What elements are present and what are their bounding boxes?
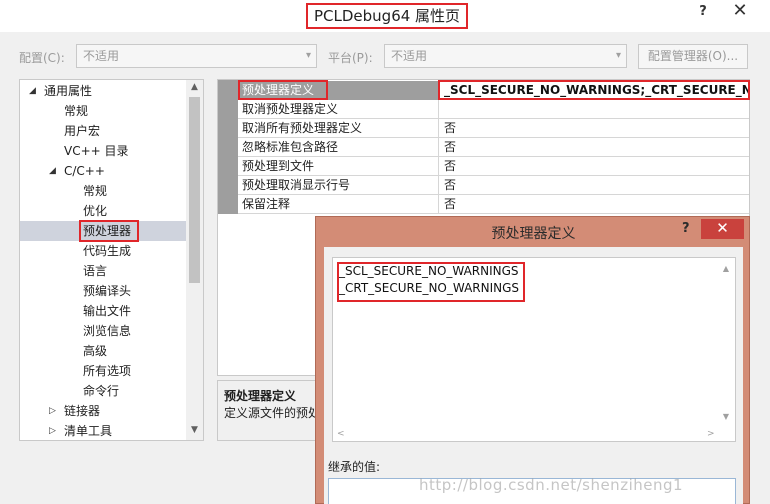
close-button[interactable]: ✕ <box>718 0 762 22</box>
grid-row-value[interactable]: 否 <box>440 176 749 195</box>
tree-item-cpp[interactable]: C/C++ <box>64 161 105 181</box>
scroll-left-icon[interactable]: < <box>337 429 345 439</box>
grid-row-value[interactable]: 否 <box>440 138 749 157</box>
grid-row-suppress-line-numbers[interactable]: 预处理取消显示行号 否 <box>238 176 749 195</box>
dialog-help-button[interactable]: ? <box>682 221 690 236</box>
scroll-up-icon[interactable]: ▲ <box>723 264 729 273</box>
config-manager-button[interactable]: 配置管理器(O)... <box>638 44 748 69</box>
scroll-up-icon[interactable]: ▲ <box>186 82 203 92</box>
grid-row-value[interactable]: 否 <box>440 195 749 214</box>
grid-row-ignore-standard-include[interactable]: 忽略标准包含路径 否 <box>238 138 749 157</box>
tree-item-optimization[interactable]: 优化 <box>83 201 107 221</box>
grid-row-preprocess-to-file[interactable]: 预处理到文件 否 <box>238 157 749 176</box>
inherited-values-label: 继承的值: <box>328 460 381 474</box>
scroll-down-icon[interactable]: ▼ <box>186 425 203 435</box>
property-tree: ◢ 通用属性 常规 用户宏 VC++ 目录 ◢ C/C++ 常规 优化 预处理器… <box>19 79 204 441</box>
window-title: PCLDebug64 属性页 <box>306 3 469 29</box>
chevron-down-icon: ▾ <box>615 50 621 61</box>
definitions-textarea[interactable]: _SCL_SECURE_NO_WARNINGS _CRT_SECURE_NO_W… <box>332 257 736 442</box>
preprocessor-definitions-dialog: 预处理器定义 ? ✕ _SCL_SECURE_NO_WARNINGS _CRT_… <box>315 216 750 504</box>
expand-toggle-icon[interactable]: ◢ <box>49 161 56 181</box>
grid-row-value[interactable] <box>440 100 749 119</box>
grid-gutter <box>218 80 238 214</box>
config-dropdown-value: 不适用 <box>83 49 120 63</box>
grid-row-name: 忽略标准包含路径 <box>238 138 439 157</box>
grid-row-name: 保留注释 <box>238 195 439 214</box>
collapse-toggle-icon[interactable]: ▷ <box>49 401 56 421</box>
tree-item-all-options[interactable]: 所有选项 <box>83 361 131 381</box>
platform-dropdown-value: 不适用 <box>391 49 428 63</box>
tree-item-output-files[interactable]: 输出文件 <box>83 301 131 321</box>
tree-item-user-macros[interactable]: 用户宏 <box>64 121 100 141</box>
tree-scrollbar[interactable]: ▲ ▼ <box>186 80 203 440</box>
property-pages-window: PCLDebug64 属性页 ? ✕ 配置(C): 不适用 ▾ 平台(P): 不… <box>0 0 770 504</box>
description-title: 预处理器定义 <box>224 389 297 403</box>
tree-highlight-annotation <box>79 220 139 242</box>
tree-item-code-generation[interactable]: 代码生成 <box>83 241 131 261</box>
grid-row-undefine-preprocessor[interactable]: 取消预处理器定义 <box>238 100 749 119</box>
grid-row-undefine-all[interactable]: 取消所有预处理器定义 否 <box>238 119 749 138</box>
grid-row-value[interactable]: 否 <box>440 119 749 138</box>
grid-value-highlight-annotation <box>438 80 750 100</box>
chevron-down-icon: ▾ <box>305 50 311 61</box>
tree-item-browse-information[interactable]: 浏览信息 <box>83 321 131 341</box>
grid-row-name: 预处理取消显示行号 <box>238 176 439 195</box>
platform-label: 平台(P): <box>328 51 373 65</box>
tree-item-precompiled-headers[interactable]: 预编译头 <box>83 281 131 301</box>
description-text: 定义源文件的预处 <box>224 406 321 420</box>
config-label: 配置(C): <box>19 51 65 65</box>
tree-item-command-line[interactable]: 命令行 <box>83 381 119 401</box>
tree-item-advanced[interactable]: 高级 <box>83 341 107 361</box>
platform-dropdown[interactable]: 不适用 ▾ <box>384 44 627 68</box>
dialog-body: _SCL_SECURE_NO_WARNINGS _CRT_SECURE_NO_W… <box>324 247 743 504</box>
title-bar: PCLDebug64 属性页 ? ✕ <box>0 0 770 32</box>
tree-item-vc-directories[interactable]: VC++ 目录 <box>64 141 129 161</box>
tree-item-common-properties[interactable]: 通用属性 <box>44 81 92 101</box>
tree-item-manifest-tool[interactable]: 清单工具 <box>64 421 112 440</box>
grid-row-keep-comments[interactable]: 保留注释 否 <box>238 195 749 214</box>
expand-toggle-icon[interactable]: ◢ <box>29 81 36 101</box>
grid-row-name: 取消所有预处理器定义 <box>238 119 439 138</box>
grid-name-highlight-annotation <box>238 80 328 100</box>
tree-item-general[interactable]: 常规 <box>64 101 88 121</box>
watermark: http://blog.csdn.net/shenziheng1 <box>419 476 684 494</box>
scroll-down-icon[interactable]: ▼ <box>723 412 729 421</box>
scroll-thumb[interactable] <box>189 97 200 283</box>
help-button[interactable]: ? <box>696 4 710 20</box>
scroll-right-icon[interactable]: > <box>707 429 715 439</box>
grid-row-name: 预处理到文件 <box>238 157 439 176</box>
tree-item-linker[interactable]: 链接器 <box>64 401 100 421</box>
tree-item-cpp-general[interactable]: 常规 <box>83 181 107 201</box>
grid-row-value[interactable]: 否 <box>440 157 749 176</box>
collapse-toggle-icon[interactable]: ▷ <box>49 421 56 440</box>
dialog-close-button[interactable]: ✕ <box>701 219 744 239</box>
tree-item-language[interactable]: 语言 <box>83 261 107 281</box>
grid-row-name: 取消预处理器定义 <box>238 100 439 119</box>
config-dropdown[interactable]: 不适用 ▾ <box>76 44 317 68</box>
definitions-highlight-annotation <box>337 262 525 302</box>
